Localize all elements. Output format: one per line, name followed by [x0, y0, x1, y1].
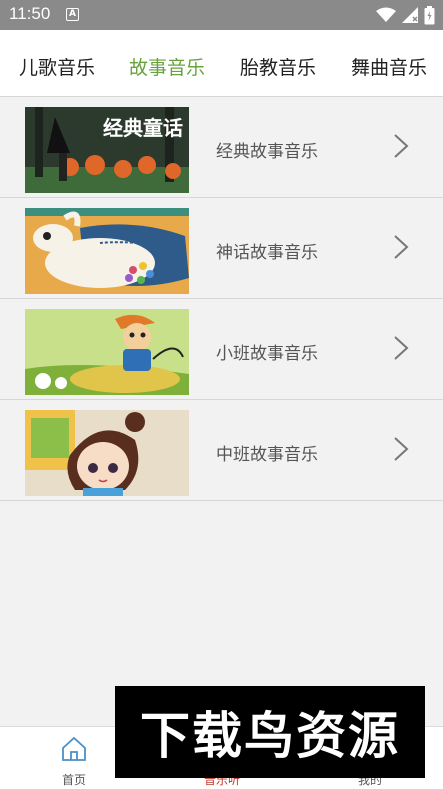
notification-icon: A: [66, 8, 79, 21]
chevron-right-icon: [394, 134, 409, 158]
chevron-right-icon: [394, 437, 409, 461]
status-time: 11:50: [9, 4, 51, 23]
thumbnail-image: [25, 208, 189, 294]
tab-children-songs[interactable]: 儿歌音乐: [19, 53, 95, 80]
list-item[interactable]: 经典童话 经典故事音乐: [0, 97, 443, 198]
tab-prenatal-music[interactable]: 胎教音乐: [240, 53, 316, 80]
thumbnail-caption: 经典童话: [103, 116, 183, 140]
thumbnail-image: [25, 410, 189, 496]
status-icons: [376, 5, 435, 25]
list-item-label: 中班故事音乐: [216, 445, 318, 465]
status-bar: 11:50 A: [0, 0, 443, 30]
chevron-right-icon: [394, 336, 409, 360]
music-category-list: 经典童话 经典故事音乐 神话故事音乐 小班故事音乐 中班故事音乐: [0, 97, 443, 501]
watermark-text: 下载鸟资源: [140, 707, 400, 765]
list-item-label: 经典故事音乐: [216, 142, 318, 162]
list-item[interactable]: 小班故事音乐: [0, 299, 443, 400]
watermark-overlay: 下载鸟资源: [115, 686, 425, 778]
category-tab-bar: 儿歌音乐 故事音乐 胎教音乐 舞曲音乐: [0, 30, 443, 97]
thumbnail-image: [25, 309, 189, 395]
thumbnail-image: 经典童话: [25, 107, 189, 193]
tab-story-music[interactable]: 故事音乐: [129, 53, 205, 80]
list-item[interactable]: 中班故事音乐: [0, 400, 443, 501]
chevron-right-icon: [394, 235, 409, 259]
home-icon: [62, 736, 86, 761]
signal-icon: [402, 7, 418, 23]
wifi-icon: [376, 7, 396, 22]
app-screen: 11:50 A 儿歌音乐 故事音乐 胎教音乐 舞曲音乐 经典童话 经典故事音乐 …: [0, 0, 443, 789]
battery-icon: [424, 5, 435, 24]
list-item[interactable]: 神话故事音乐: [0, 198, 443, 299]
tab-dance-music[interactable]: 舞曲音乐: [351, 53, 427, 80]
list-item-label: 小班故事音乐: [216, 344, 318, 364]
list-item-label: 神话故事音乐: [216, 243, 318, 263]
